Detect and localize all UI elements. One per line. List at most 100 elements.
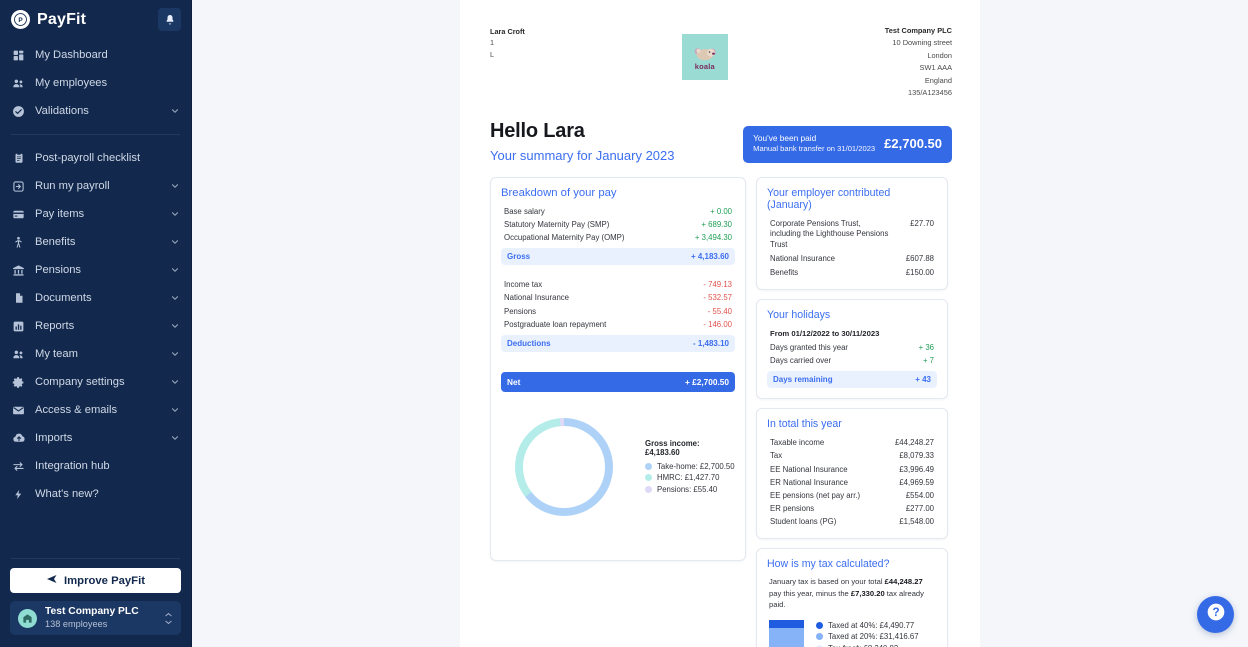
brand[interactable]: P PayFit: [11, 10, 86, 29]
sidebar-item-company-settings[interactable]: Company settings: [0, 368, 191, 396]
improve-payfit-button[interactable]: Improve PayFit: [10, 568, 181, 593]
sidebar-item-run-my-payroll[interactable]: Run my payroll: [0, 172, 191, 200]
person-icon: [11, 235, 26, 250]
year-total-value: £1,548.00: [899, 517, 934, 527]
sidebar-item-label: Access & emails: [35, 404, 118, 416]
sidebar-item-integration-hub[interactable]: Integration hub: [0, 452, 191, 480]
deduction-row-value: - 146.00: [703, 319, 732, 329]
document-icon: [11, 291, 26, 306]
legend-label: Pensions: £55.40: [657, 484, 718, 494]
paid-banner: You've been paid Manual bank transfer on…: [743, 126, 952, 163]
year-total-value: £8,079.33: [899, 451, 934, 461]
sidebar-item-post-payroll-checklist[interactable]: Post-payroll checklist: [0, 144, 191, 172]
bell-icon[interactable]: [158, 8, 181, 31]
chevron-down-icon[interactable]: [170, 209, 180, 219]
holiday-row-label: Days carried over: [770, 356, 832, 366]
sidebar-item-documents[interactable]: Documents: [0, 284, 191, 312]
deductions-total-row: Deductions - 1,483.10: [501, 334, 735, 352]
year-total-value: £554.00: [905, 490, 934, 500]
net-row: Net + £2,700.50: [501, 371, 735, 392]
deduction-row: Pensions - 55.40: [501, 305, 735, 318]
sidebar-item-validations[interactable]: Validations: [0, 97, 191, 125]
tax-para-c: pay this year, minus the: [769, 588, 851, 598]
tax-bar-chart: Taxed at 40%: £4,490.77 Taxed at 20%: £3…: [767, 619, 937, 647]
chevron-down-icon[interactable]: [170, 433, 180, 443]
year-total-label: EE National Insurance: [770, 464, 848, 474]
chevron-down-icon[interactable]: [170, 293, 180, 303]
sidebar-item-reports[interactable]: Reports: [0, 312, 191, 340]
sidebar-item-label: Benefits: [35, 236, 76, 248]
payfit-logo-icon: P: [11, 10, 30, 29]
chevron-down-icon[interactable]: [170, 265, 180, 275]
sidebar-item-imports[interactable]: Imports: [0, 424, 191, 452]
gross-row: Gross + 4,183.60: [501, 248, 735, 266]
tax-segment-40: [769, 619, 804, 628]
people-icon: [11, 76, 26, 91]
year-total-row: EE pensions (net pay arr.) £554.00: [767, 489, 937, 502]
svg-text:P: P: [18, 17, 23, 24]
pay-row-value: + 3,494.30: [694, 233, 732, 243]
improve-payfit-label: Improve PayFit: [64, 574, 145, 587]
pay-row: Base salary + 0.00: [501, 205, 735, 218]
sidebar-item-pensions[interactable]: Pensions: [0, 256, 191, 284]
sidebar-item-label: Documents: [35, 292, 92, 304]
sidebar-item-pay-items[interactable]: Pay items: [0, 200, 191, 228]
employer-row-label: Corporate Pensions Trust, including the …: [770, 218, 889, 249]
chevron-down-icon[interactable]: [170, 237, 180, 247]
sidebar-item-benefits[interactable]: Benefits: [0, 228, 191, 256]
paid-banner-amount: £2,700.50: [884, 136, 942, 152]
employer-contribution-title: Your employer contributed (January): [767, 186, 891, 211]
year-total-value: £277.00: [905, 504, 934, 514]
breakdown-title: Breakdown of your pay: [501, 186, 617, 199]
lightning-icon: [11, 487, 26, 502]
sidebar-item-label: What's new?: [35, 488, 99, 500]
chevron-down-icon[interactable]: [170, 181, 180, 191]
year-total-label: Taxable income: [770, 438, 825, 448]
year-total-row: Tax £8,079.33: [767, 449, 937, 462]
chevron-down-icon[interactable]: [170, 106, 180, 116]
employer-contribution-card: Your employer contributed (January) Corp…: [756, 176, 948, 290]
sidebar-item-my-dashboard[interactable]: My Dashboard: [0, 41, 191, 69]
sidebar-nav-primary: My Dashboard My employees Validations: [0, 41, 191, 125]
chevron-down-icon[interactable]: [170, 405, 180, 415]
employer-row: Benefits £150.00: [767, 266, 937, 279]
tax-total-pay: £44,248.27: [884, 577, 923, 587]
sidebar-item-label: My Dashboard: [35, 49, 108, 61]
chevron-down-icon[interactable]: [170, 321, 180, 331]
sidebar-nav-secondary: Post-payroll checklist Run my payroll Pa…: [0, 144, 191, 508]
sidebar-item-label: Company settings: [35, 376, 125, 388]
legend-item: Taxed at 20%: £31,416.67: [816, 631, 937, 642]
chevron-down-icon[interactable]: [170, 377, 180, 387]
sidebar-item-access-and-emails[interactable]: Access & emails: [0, 396, 191, 424]
legend-item: Pensions: £55.40: [645, 484, 735, 495]
sidebar-item-my-team[interactable]: My team: [0, 340, 191, 368]
year-total-row: ER National Insurance £4,969.59: [767, 476, 937, 489]
chevron-down-icon[interactable]: [170, 349, 180, 359]
company-switcher[interactable]: Test Company PLC 138 employees: [10, 601, 181, 635]
breakdown-card: Breakdown of your pay Base salary + 0.00…: [490, 176, 746, 561]
employer-row-label: Benefits: [770, 267, 799, 277]
sidebar-item-whats-new[interactable]: What's new?: [0, 480, 191, 508]
year-total-label: ER National Insurance: [770, 477, 849, 487]
paper-plane-icon: [46, 573, 58, 588]
company-address-block: Test Company PLC 10 Downing street Londo…: [885, 22, 952, 100]
employer-row-value: £27.70: [910, 218, 934, 228]
sidebar-item-label: My team: [35, 348, 78, 360]
tax-calculation-card: How is my tax calculated? January tax is…: [756, 548, 948, 647]
legend-item: Take-home: £2,700.50: [645, 461, 735, 472]
cloud-upload-icon: [11, 431, 26, 446]
help-button[interactable]: ?: [1197, 596, 1234, 633]
exchange-arrows-icon: [11, 459, 26, 474]
sidebar-item-my-employees[interactable]: My employees: [0, 69, 191, 97]
legend-swatch-hmrc: [645, 474, 652, 482]
company-name: Test Company PLC: [45, 605, 139, 617]
year-total-row: Taxable income £44,248.27: [767, 436, 937, 449]
right-column: Your employer contributed (January) Corp…: [756, 176, 948, 647]
sidebar-item-label: Reports: [35, 320, 75, 332]
pay-row-label: Statutory Maternity Pay (SMP): [504, 219, 610, 229]
svg-text:?: ?: [1212, 606, 1219, 619]
sidebar-item-label: Imports: [35, 432, 73, 444]
legend-label: Taxed at 20%: £31,416.67: [828, 632, 919, 642]
chevron-up-down-icon[interactable]: [164, 612, 173, 625]
